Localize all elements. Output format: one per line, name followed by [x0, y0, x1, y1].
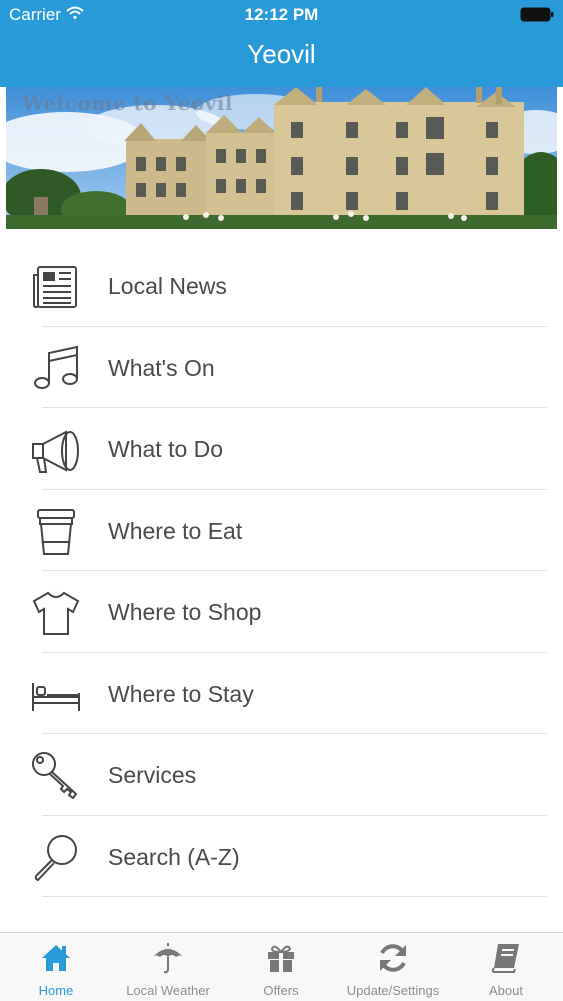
tab-update-settings[interactable]: Update/Settings — [337, 933, 449, 1001]
tab-label: Local Weather — [126, 983, 210, 998]
hero-image: Welcome to Yeovil — [6, 87, 557, 229]
menu-item-label: Services — [108, 762, 197, 788]
tab-home[interactable]: Home — [0, 933, 112, 1001]
tab-label: Home — [38, 983, 74, 998]
menu-item-whats-on[interactable]: What's On — [0, 327, 563, 408]
bed-icon — [32, 682, 80, 711]
menu-item-label: Local News — [108, 273, 227, 299]
umbrella-icon — [153, 943, 183, 974]
tshirt-icon — [32, 591, 80, 635]
menu-item-label: Where to Stay — [108, 680, 254, 707]
menu-item-where-to-shop[interactable]: Where to Shop — [0, 571, 563, 653]
menu-item-label: What's On — [108, 354, 215, 381]
tab-offers[interactable]: Offers — [225, 933, 337, 1001]
menu-item-label: What to Do — [108, 436, 224, 462]
tab-local-weather[interactable]: Local Weather — [112, 933, 224, 1001]
menu-item-services[interactable]: Services — [0, 734, 563, 816]
music-note-icon — [34, 345, 78, 389]
divider — [42, 896, 547, 897]
refresh-icon — [380, 944, 406, 972]
menu-item-label: Where to Shop — [108, 599, 262, 625]
tab-about[interactable]: About — [450, 933, 562, 1001]
gift-icon — [268, 945, 294, 972]
menu-item-search[interactable]: Search (A-Z) — [0, 816, 563, 897]
coffee-cup-icon — [37, 508, 75, 555]
tab-label: About — [489, 983, 523, 998]
menu-item-label: Search (A-Z) — [108, 843, 240, 870]
battery-icon — [520, 7, 554, 22]
status-time: 12:12 PM — [244, 5, 319, 24]
menu-item-where-to-eat[interactable]: Where to Eat — [0, 490, 563, 571]
home-icon — [42, 945, 70, 971]
menu-item-label: Where to Eat — [108, 517, 243, 544]
tab-label: Update/Settings — [346, 983, 440, 998]
tab-bar: Home Local Weather Offers Update/Setting… — [0, 932, 563, 1001]
megaphone-icon — [32, 430, 79, 473]
status-bar: Carrier 12:12 PM — [0, 0, 563, 28]
key-icon — [32, 752, 78, 800]
navigation-bar: Carrier 12:12 PM Yeovil — [0, 0, 563, 87]
menu-item-what-to-do[interactable]: What to Do — [0, 408, 563, 490]
menu-item-local-news[interactable]: Local News — [0, 245, 563, 327]
hero-caption: Welcome to Yeovil — [22, 91, 233, 115]
main-menu: Local News What's On What to Do Where to — [0, 245, 563, 897]
page-title: Yeovil — [247, 39, 316, 69]
tab-label: Offers — [263, 983, 299, 998]
newspaper-icon — [33, 266, 77, 308]
menu-item-where-to-stay[interactable]: Where to Stay — [0, 653, 563, 734]
book-icon — [491, 944, 519, 973]
magnifier-icon — [34, 834, 77, 881]
